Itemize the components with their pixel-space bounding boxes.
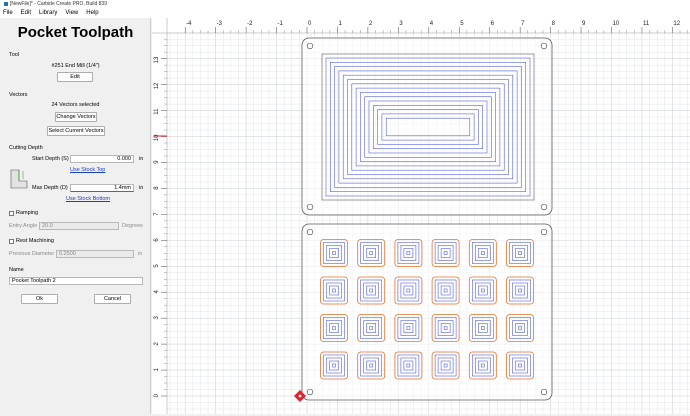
- ruler-label-x: -1: [278, 21, 284, 27]
- mounting-hole: [540, 228, 548, 236]
- name-section-label: Name: [9, 267, 24, 273]
- start-depth-unit: in: [139, 156, 144, 162]
- ruler-label-y: 13: [154, 56, 160, 63]
- entry-angle-input[interactable]: 20.0: [39, 222, 119, 230]
- tool-section-label: Tool: [9, 52, 20, 58]
- origin-dot: [298, 394, 302, 398]
- tool-name: #251 End Mill (1/4"): [51, 63, 100, 69]
- mounting-hole: [540, 42, 548, 50]
- window-title: [NewFile]* - Carbide Create PRO, Build 8…: [10, 1, 107, 7]
- ruler-label-y: 11: [154, 108, 160, 115]
- menu-help[interactable]: Help: [86, 10, 98, 16]
- mounting-hole: [306, 388, 314, 396]
- menu-file[interactable]: File: [3, 10, 13, 16]
- ruler-label-x: -4: [186, 21, 192, 27]
- start-depth-input[interactable]: 0.000: [70, 155, 134, 163]
- top-panel: [301, 37, 553, 216]
- use-stock-top-link[interactable]: Use Stock Top: [70, 167, 105, 173]
- panel-title: Pocket Toolpath: [17, 24, 134, 41]
- max-depth-input[interactable]: 1.4mm: [70, 184, 134, 192]
- rest-machining-checkbox[interactable]: [9, 239, 14, 244]
- cancel-button[interactable]: Cancel: [94, 294, 131, 304]
- start-depth-label: Start Depth (S): [32, 156, 69, 162]
- mounting-hole: [540, 203, 548, 211]
- ruler-label-x: -3: [217, 21, 223, 27]
- ramping-checkbox[interactable]: [9, 211, 14, 216]
- ruler-label-y: 10: [154, 134, 160, 141]
- use-stock-bottom-link[interactable]: Use Stock Bottom: [66, 196, 110, 202]
- vectors-section-label: Vectors: [9, 92, 28, 98]
- window-titlebar: [NewFile]* - Carbide Create PRO, Build 8…: [0, 0, 690, 9]
- select-current-vectors-button[interactable]: Select Current Vectors: [47, 126, 105, 136]
- ruler-label-x: 11: [643, 21, 650, 27]
- ruler-label-x: 10: [613, 21, 620, 27]
- previous-diameter-input[interactable]: 0.2500: [56, 250, 134, 258]
- change-vectors-button[interactable]: Change Vectors: [55, 112, 97, 122]
- canvas-svg[interactable]: -4 -3 -2 -1 0 1 2 3 4 5 6 7 8 9 10 11 121312111098765432…: [152, 18, 690, 414]
- rest-machining-label: Rest Machining: [16, 238, 54, 244]
- mounting-hole: [306, 203, 314, 211]
- ruler-label-x: -2: [247, 21, 253, 27]
- previous-diameter-unit: in: [138, 251, 143, 257]
- depth-diagram-icon: [10, 169, 28, 189]
- menu-edit[interactable]: Edit: [21, 10, 31, 16]
- max-depth-unit: in: [139, 185, 144, 191]
- ruler-label-x: 12: [673, 21, 680, 27]
- previous-diameter-label: Previous Diameter: [9, 251, 55, 257]
- mounting-hole: [540, 388, 548, 396]
- design-canvas[interactable]: -4 -3 -2 -1 0 1 2 3 4 5 6 7 8 9 10 11 12 13 12 11 10 9 8 7 6 5 4 3 2…: [152, 18, 690, 414]
- bottom-panel: [301, 223, 553, 401]
- edit-tool-button[interactable]: Edit: [57, 72, 93, 82]
- menu-bar: File Edit Library View Help: [0, 9, 690, 18]
- entry-angle-label: Entry Angle: [9, 223, 38, 229]
- ramping-label: Ramping: [16, 210, 39, 216]
- app-icon: [4, 1, 8, 6]
- entry-angle-unit: Degrees: [122, 223, 143, 229]
- vectors-selected-text: 24 Vectors selected: [51, 102, 100, 108]
- ok-button[interactable]: Ok: [21, 294, 58, 304]
- ruler-label-y: 12: [154, 82, 160, 89]
- mounting-hole: [306, 42, 314, 50]
- mounting-hole: [306, 228, 314, 236]
- max-depth-label: Max Depth (D): [32, 185, 68, 191]
- menu-library[interactable]: Library: [39, 10, 57, 16]
- toolpath-panel: Pocket Toolpath Tool #251 End Mill (1/4"…: [0, 18, 151, 414]
- cutting-depth-section-label: Cutting Depth: [9, 145, 43, 151]
- menu-view[interactable]: View: [65, 10, 78, 16]
- toolpath-name-input[interactable]: Pocket Toolpath 2: [9, 277, 143, 285]
